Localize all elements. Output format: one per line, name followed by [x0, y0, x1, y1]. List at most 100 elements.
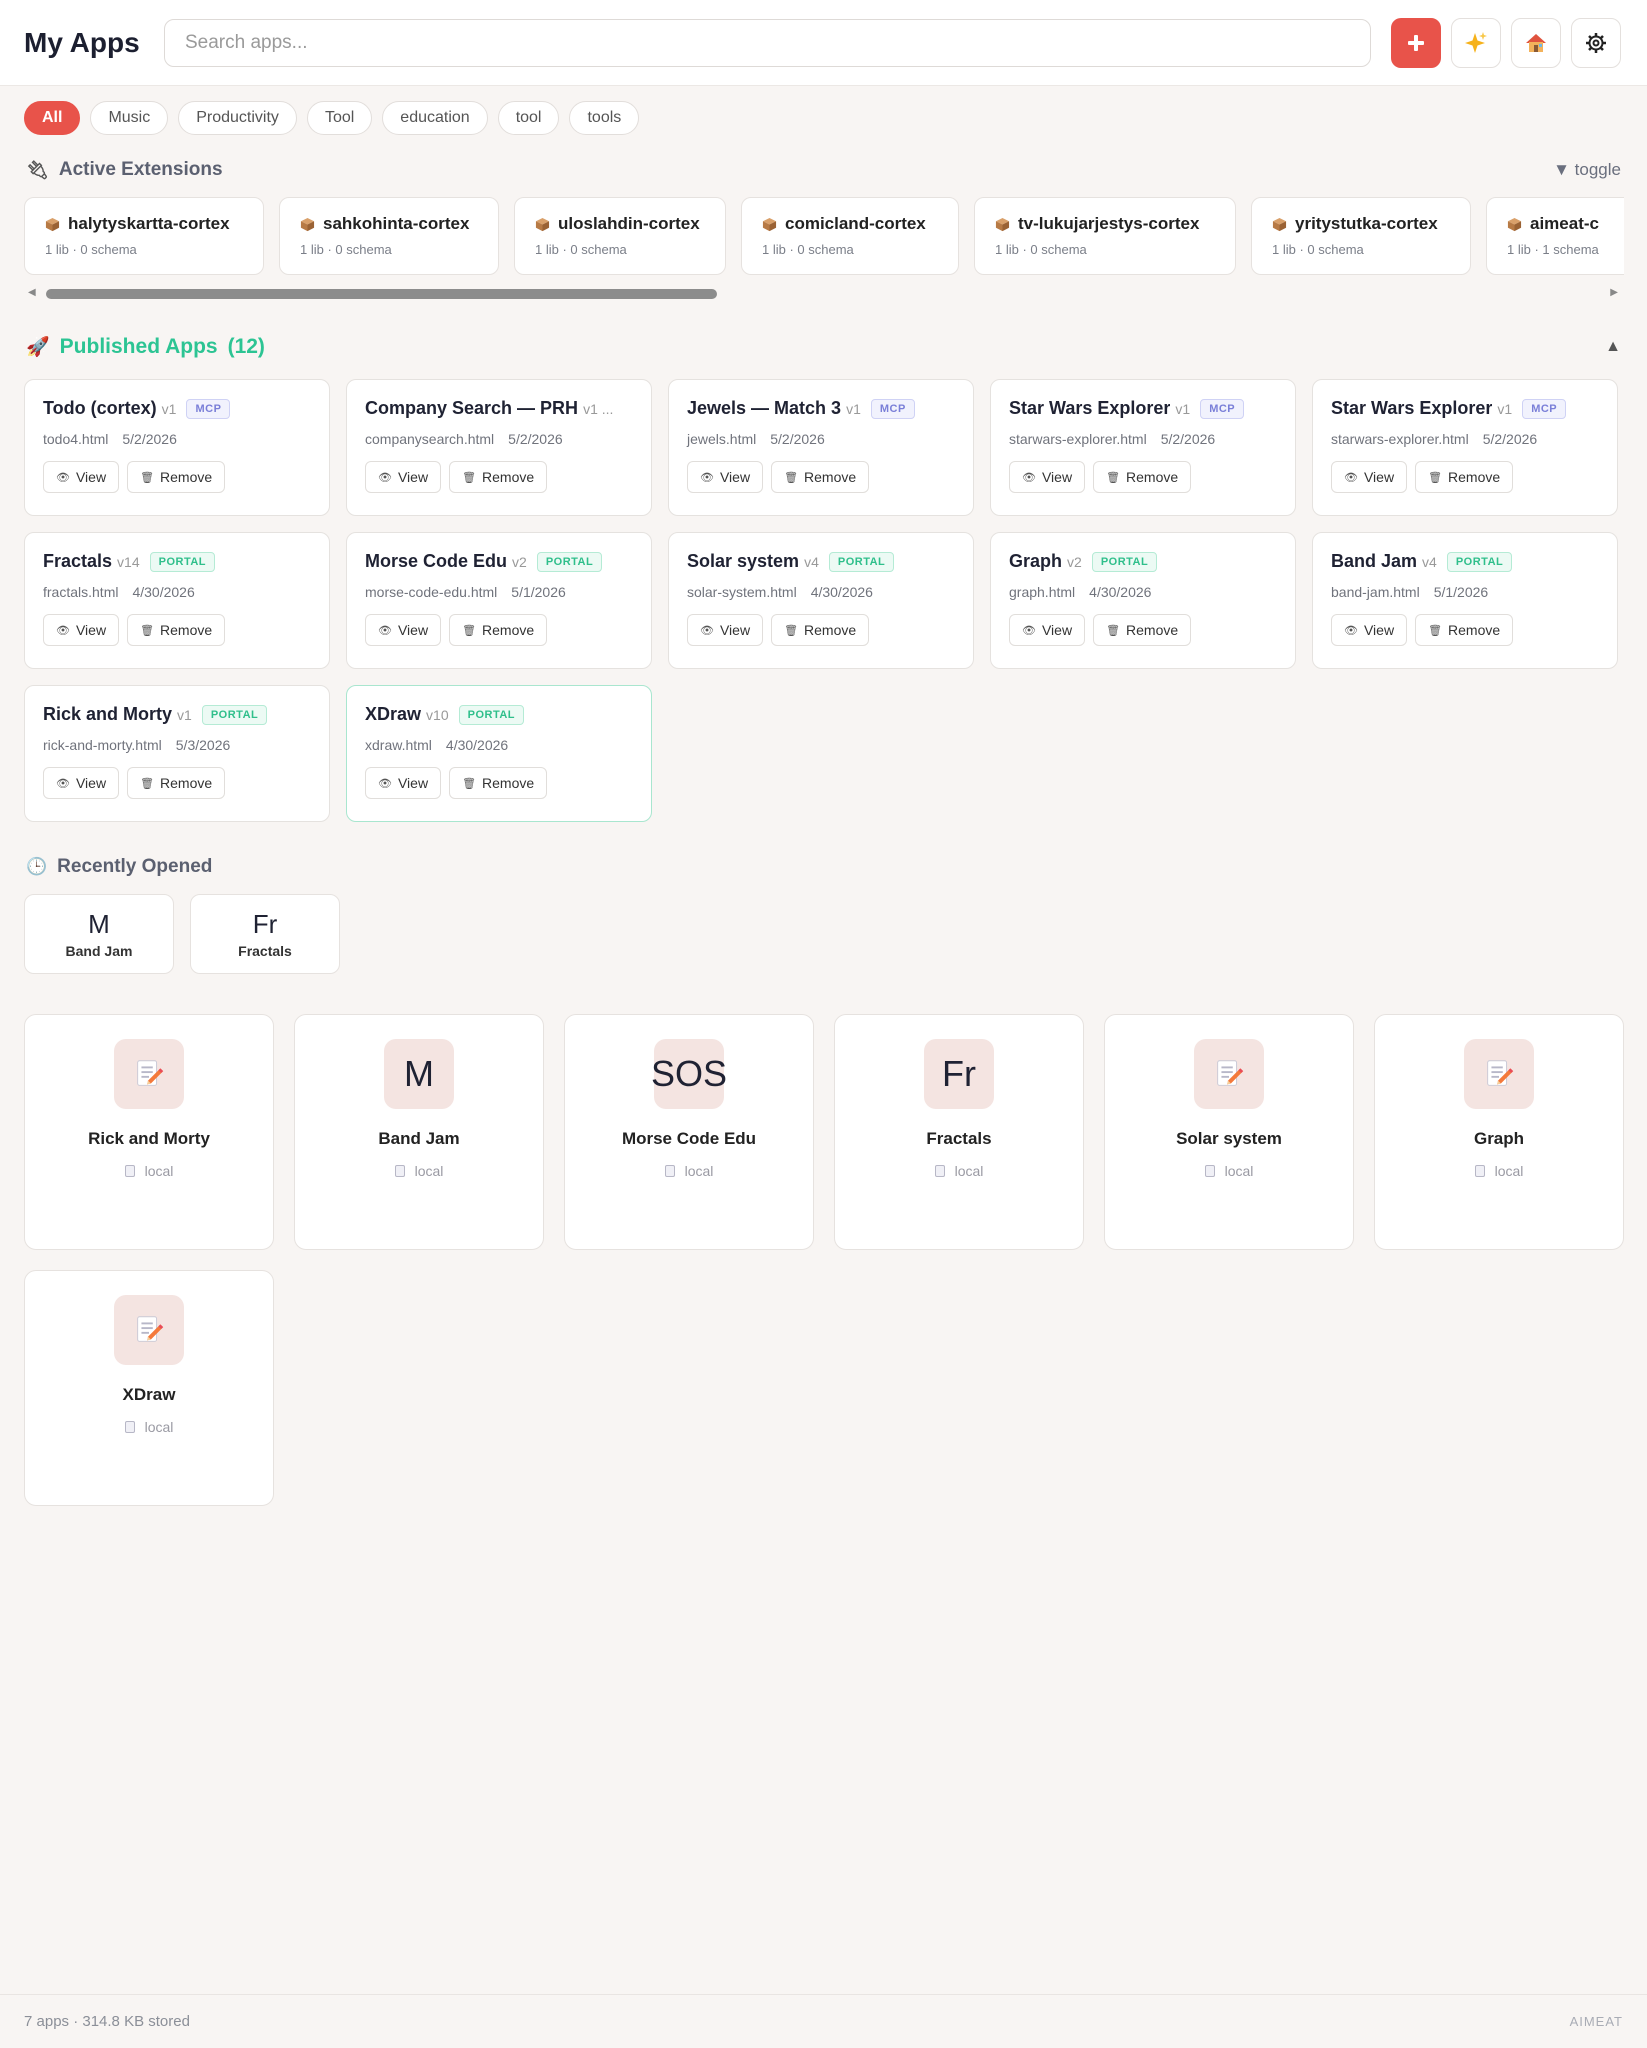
extensions-toggle[interactable]: ▼ toggle — [1553, 160, 1621, 180]
remove-button[interactable]: 🗑︎ Remove — [771, 614, 870, 646]
collapse-caret-icon[interactable]: ▲ — [1605, 338, 1621, 356]
published-app-actions: 👁︎ View 🗑︎ Remove — [43, 767, 311, 799]
extensions-strip[interactable]: halytyskartta-cortex 1 lib · 0 schema sahk… — [24, 197, 1624, 275]
app-tile[interactable]: Graph local — [1374, 1014, 1624, 1250]
remove-label: Remove — [1126, 469, 1179, 485]
document-icon — [934, 1165, 945, 1177]
published-app-version: v1 — [1497, 400, 1513, 417]
scroll-left-icon[interactable]: ◀ — [28, 287, 36, 298]
trash-icon: 🗑︎ — [140, 777, 155, 790]
recent-app-abbr: Fr — [252, 909, 278, 939]
published-app-version: v1 — [161, 400, 177, 417]
ai-generate-button[interactable] — [1451, 17, 1501, 68]
trash-icon: 🗑︎ — [1428, 471, 1443, 484]
trash-icon: 🗑︎ — [140, 471, 155, 484]
filter-chip-tool[interactable]: tool — [497, 101, 560, 135]
search-input[interactable] — [164, 18, 1371, 67]
remove-button[interactable]: 🗑︎ Remove — [1415, 614, 1514, 646]
eye-icon: 👁︎ — [56, 471, 70, 484]
eye-icon: 👁︎ — [56, 777, 70, 790]
app-tile[interactable]: SOS Morse Code Edu local — [564, 1014, 814, 1250]
gear-icon — [1586, 32, 1606, 53]
eye-icon: 👁︎ — [700, 471, 714, 484]
published-app-card: Graph v2 PORTAL graph.html 4/30/2026 👁︎ View 🗑︎… — [990, 532, 1296, 669]
app-tile[interactable]: Rick and Morty local — [24, 1014, 274, 1250]
remove-label: Remove — [482, 775, 535, 791]
filter-chip-education[interactable]: education — [382, 101, 488, 135]
app-tile[interactable]: Fr Fractals local — [834, 1014, 1084, 1250]
published-app-version: v4 — [804, 553, 819, 570]
app-source-label: local — [1494, 1163, 1524, 1179]
extension-card[interactable]: halytyskartta-cortex 1 lib · 0 schema — [24, 197, 264, 275]
filter-chip-productivity[interactable]: Productivity — [178, 101, 297, 135]
published-app-file: fractals.html — [43, 584, 119, 600]
published-app-name: Jewels — Match 3 — [687, 398, 842, 418]
extension-card[interactable]: uloslahdin-cortex 1 lib · 0 schema — [514, 197, 726, 275]
extensions-scrollbar[interactable]: ◀ ▶ — [24, 285, 1624, 301]
view-button[interactable]: 👁︎ View — [365, 614, 442, 646]
home-button[interactable] — [1511, 17, 1561, 68]
remove-button[interactable]: 🗑︎ Remove — [127, 767, 226, 799]
remove-button[interactable]: 🗑︎ Remove — [127, 614, 226, 646]
remove-button[interactable]: 🗑︎ Remove — [449, 614, 548, 646]
published-app-version: v4 — [1422, 553, 1437, 570]
view-label: View — [75, 622, 107, 638]
filter-chip-tool[interactable]: Tool — [306, 101, 373, 135]
remove-button[interactable]: 🗑︎ Remove — [449, 461, 548, 493]
published-app-version: v2 — [512, 553, 527, 570]
add-app-button[interactable] — [1391, 17, 1441, 68]
remove-button[interactable]: 🗑︎ Remove — [127, 461, 226, 493]
filter-chip-music[interactable]: Music — [90, 101, 169, 135]
remove-button[interactable]: 🗑︎ Remove — [1415, 461, 1514, 493]
view-button[interactable]: 👁︎ View — [1009, 461, 1086, 493]
view-button[interactable]: 👁︎ View — [1331, 461, 1408, 493]
view-button[interactable]: 👁︎ View — [687, 461, 764, 493]
eye-icon: 👁︎ — [700, 624, 714, 637]
remove-label: Remove — [1448, 469, 1501, 485]
filter-chip-tools[interactable]: tools — [569, 101, 640, 135]
view-button[interactable]: 👁︎ View — [365, 461, 442, 493]
extension-meta: 1 lib · 0 schema — [300, 242, 392, 257]
scroll-thumb[interactable] — [46, 289, 717, 299]
view-button[interactable]: 👁︎ View — [1009, 614, 1086, 646]
extension-card[interactable]: yritystutka-cortex 1 lib · 0 schema — [1251, 197, 1471, 275]
extension-name: halytyskartta-cortex — [45, 214, 245, 234]
extension-card[interactable]: aimeat-c 1 lib · 1 schema — [1486, 197, 1624, 275]
app-tile[interactable]: XDraw local — [24, 1270, 274, 1506]
status-badge: PORTAL — [828, 551, 895, 572]
published-app-card: Jewels — Match 3 v1 MCP jewels.html 5/2/2026… — [668, 379, 974, 516]
filter-chip-all[interactable]: All — [24, 101, 81, 135]
app-tile[interactable]: Solar system local — [1104, 1014, 1354, 1250]
view-button[interactable]: 👁︎ View — [1331, 614, 1408, 646]
view-button[interactable]: 👁︎ View — [365, 767, 442, 799]
memo-pencil-icon — [114, 1039, 184, 1109]
extension-card[interactable]: sahkohinta-cortex 1 lib · 0 schema — [279, 197, 499, 275]
view-button[interactable]: 👁︎ View — [43, 461, 120, 493]
remove-button[interactable]: 🗑︎ Remove — [1093, 461, 1192, 493]
extension-name: uloslahdin-cortex — [535, 214, 707, 234]
extension-card[interactable]: tv-lukujarjestys-cortex 1 lib · 0 schema — [974, 197, 1236, 275]
view-button[interactable]: 👁︎ View — [43, 614, 120, 646]
extension-card[interactable]: comicland-cortex 1 lib · 0 schema — [741, 197, 959, 275]
view-button[interactable]: 👁︎ View — [687, 614, 764, 646]
remove-button[interactable]: 🗑︎ Remove — [771, 461, 870, 493]
app-tile[interactable]: M Band Jam local — [294, 1014, 544, 1250]
published-app-title: Fractals v14 PORTAL — [43, 551, 311, 572]
scroll-right-icon[interactable]: ▶ — [1610, 287, 1618, 298]
published-app-actions: 👁︎ View 🗑︎ Remove — [687, 614, 955, 646]
remove-button[interactable]: 🗑︎ Remove — [1093, 614, 1192, 646]
eye-icon: 👁︎ — [378, 624, 392, 637]
extension-name-text: comicland-cortex — [785, 214, 926, 233]
package-icon — [995, 217, 1010, 232]
trash-icon: 🗑︎ — [462, 624, 477, 637]
published-app-title: Rick and Morty v1 PORTAL — [43, 704, 311, 725]
recent-app-card[interactable]: M Band Jam — [24, 894, 174, 974]
trash-icon: 🗑︎ — [1106, 624, 1121, 637]
remove-button[interactable]: 🗑︎ Remove — [449, 767, 548, 799]
app-source: local — [394, 1163, 443, 1179]
remove-label: Remove — [482, 469, 535, 485]
view-button[interactable]: 👁︎ View — [43, 767, 120, 799]
settings-button[interactable] — [1571, 17, 1621, 68]
memo-pencil-icon — [1464, 1039, 1534, 1109]
recent-app-card[interactable]: Fr Fractals — [190, 894, 340, 974]
